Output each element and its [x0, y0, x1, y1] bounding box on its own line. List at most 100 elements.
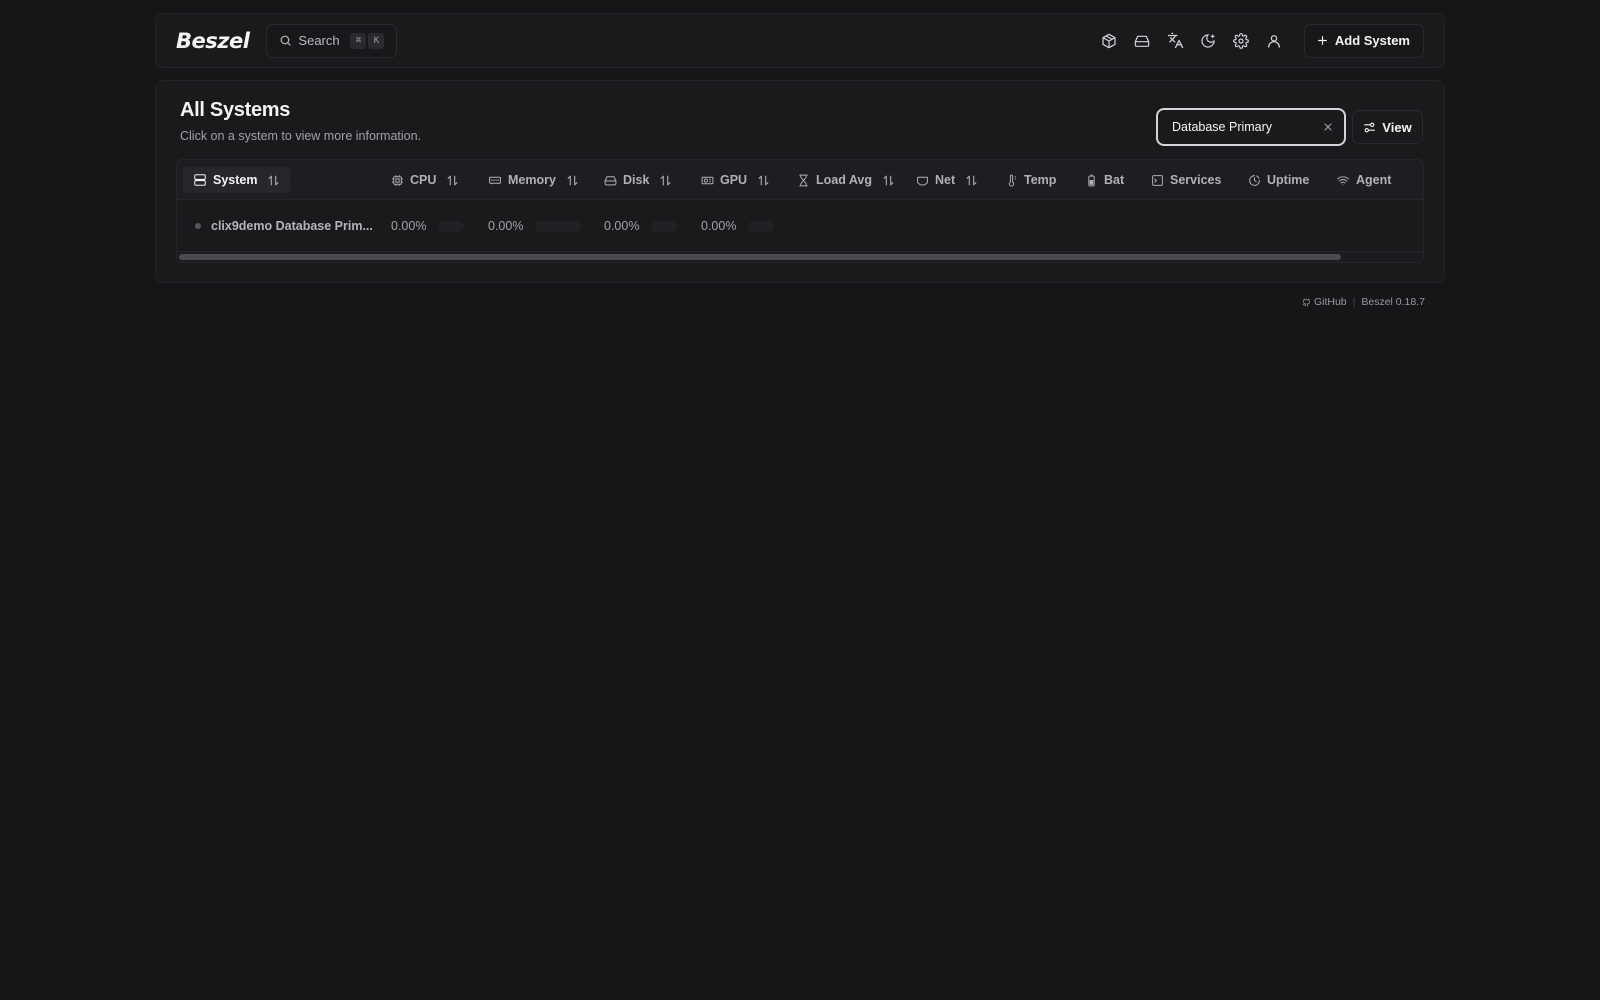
github-link[interactable]: GitHub	[1302, 296, 1347, 308]
table-header: System CPU Memory Disk GPU Load Avg Net …	[177, 160, 1423, 200]
cell-gpu: 0.00%	[701, 200, 775, 252]
column-header-uptime[interactable]: Uptime	[1248, 160, 1309, 200]
version-link[interactable]: Beszel 0.18.7	[1361, 296, 1425, 308]
cell-disk: 0.00%	[604, 200, 678, 252]
disks-button[interactable]	[1126, 24, 1159, 57]
gpu-icon	[701, 176, 714, 184]
page-subtitle: Click on a system to view more informati…	[180, 129, 422, 143]
column-header-gpu[interactable]: GPU	[701, 160, 770, 200]
system-name[interactable]: clix9demo Database Prim...	[211, 219, 373, 233]
plus-icon	[1317, 36, 1327, 45]
cell-system[interactable]: clix9demo Database Prim...	[195, 200, 373, 252]
language-icon	[1167, 32, 1184, 49]
terminal-icon	[1152, 174, 1163, 186]
sort-icon	[446, 174, 459, 187]
settings-gear-icon	[1233, 32, 1250, 49]
sort-icon	[965, 174, 978, 187]
battery-icon	[1088, 174, 1095, 186]
column-header-agent[interactable]: Agent	[1336, 160, 1391, 200]
view-label: View	[1382, 119, 1412, 135]
network-icon	[917, 176, 928, 185]
kbd-k: K	[368, 32, 385, 49]
logo[interactable]: Beszel	[176, 29, 250, 53]
gpu-meter	[748, 220, 775, 232]
navbar-actions: Add System	[1093, 23, 1424, 58]
settings-button[interactable]	[1225, 24, 1258, 57]
column-label-services: Services	[1170, 173, 1222, 187]
table-row[interactable]: clix9demo Database Prim... 0.00% 0.00% 0…	[177, 200, 1423, 252]
search-icon	[280, 35, 292, 46]
search-shortcut: ⌘ K	[350, 32, 385, 49]
cell-cpu: 0.00%	[391, 200, 465, 252]
cpu-icon	[392, 174, 403, 186]
containers-icon	[1102, 33, 1116, 48]
column-header-bat[interactable]: Bat	[1085, 160, 1124, 200]
add-system-button[interactable]: Add System	[1303, 23, 1424, 58]
footer: GitHub | Beszel 0.18.7	[1302, 296, 1425, 308]
horizontal-scrollbar[interactable]	[177, 251, 1423, 262]
clear-filter-button[interactable]	[1322, 121, 1334, 133]
column-label-net: Net	[935, 173, 956, 187]
sort-icon	[882, 174, 895, 187]
column-label-memory: Memory	[508, 173, 556, 187]
theme-moon-icon	[1201, 33, 1215, 48]
disk-meter	[651, 220, 678, 232]
systems-card: All Systems Click on a system to view mo…	[155, 80, 1445, 283]
github-icon	[1302, 298, 1310, 306]
column-label-cpu: CPU	[410, 173, 437, 187]
memory-icon	[489, 176, 501, 184]
add-system-label: Add System	[1334, 33, 1410, 48]
search-button[interactable]: Search ⌘ K	[266, 23, 398, 58]
filter-field[interactable]	[1156, 108, 1346, 146]
kbd-cmd: ⌘	[350, 32, 367, 49]
wifi-icon	[1337, 175, 1349, 185]
scrollbar-thumb[interactable]	[179, 254, 1341, 260]
disk-icon	[1135, 35, 1150, 47]
view-options-button[interactable]: View	[1352, 110, 1423, 144]
cpu-value: 0.00%	[391, 219, 427, 233]
sort-icon	[659, 174, 672, 187]
user-icon	[1268, 34, 1281, 48]
disk-value: 0.00%	[604, 219, 640, 233]
clock-icon	[1249, 174, 1260, 186]
column-label-bat: Bat	[1104, 173, 1125, 187]
theme-toggle-button[interactable]	[1192, 24, 1225, 57]
containers-button[interactable]	[1093, 24, 1126, 57]
thermometer-icon	[1008, 174, 1016, 187]
column-label-load-avg: Load Avg	[816, 173, 873, 187]
column-header-temp[interactable]: Temp	[1005, 160, 1056, 200]
github-label: GitHub	[1313, 296, 1347, 308]
column-header-cpu[interactable]: CPU	[391, 160, 459, 200]
top-navbar: Beszel Search ⌘ K Add System	[155, 13, 1445, 68]
sort-icon	[267, 174, 280, 187]
column-label-uptime: Uptime	[1267, 173, 1310, 187]
column-header-load-avg[interactable]: Load Avg	[797, 160, 895, 200]
column-header-net[interactable]: Net	[916, 160, 978, 200]
sort-icon	[566, 174, 579, 187]
page-title: All Systems	[180, 99, 291, 121]
footer-separator: |	[1352, 296, 1356, 308]
column-label-system: System	[213, 173, 258, 187]
memory-value: 0.00%	[488, 219, 524, 233]
disk-icon	[604, 175, 617, 185]
gpu-value: 0.00%	[701, 219, 737, 233]
memory-meter	[535, 220, 582, 232]
column-label-gpu: GPU	[720, 173, 748, 187]
column-header-memory[interactable]: Memory	[488, 160, 579, 200]
column-label-agent: Agent	[1356, 173, 1392, 187]
column-header-system[interactable]: System	[183, 167, 291, 193]
column-header-disk[interactable]: Disk	[604, 160, 672, 200]
server-icon	[194, 174, 206, 186]
sliders-icon	[1364, 122, 1376, 132]
hourglass-icon	[799, 174, 808, 186]
search-label: Search	[298, 33, 340, 48]
filter-input[interactable]	[1172, 120, 1312, 134]
column-label-temp: Temp	[1024, 173, 1057, 187]
column-header-services[interactable]: Services	[1151, 160, 1221, 200]
language-button[interactable]	[1159, 24, 1192, 57]
systems-table: System CPU Memory Disk GPU Load Avg Net …	[176, 159, 1424, 263]
close-icon	[1324, 123, 1332, 131]
user-menu-button[interactable]	[1258, 24, 1291, 57]
cell-memory: 0.00%	[488, 200, 582, 252]
column-label-disk: Disk	[623, 173, 650, 187]
